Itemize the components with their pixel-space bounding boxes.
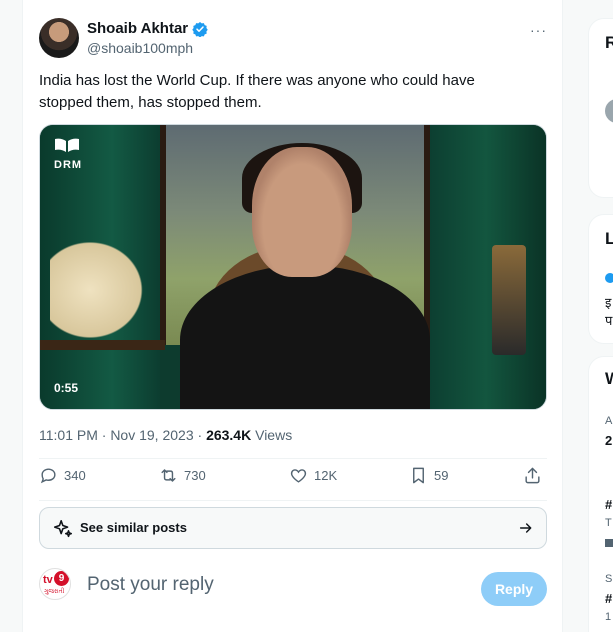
post-meta: 11:01 PM · Nov 19, 2023 · 263.4K Views: [39, 427, 292, 443]
right-sidebar: R L इ प W A 2 # T S # 1: [588, 0, 613, 632]
trend-context-3: S: [605, 573, 613, 585]
post-header: Shoaib Akhtar @shoaib100mph ···: [39, 18, 547, 58]
bookmark-count: 59: [434, 468, 449, 483]
sidebar-card-2-line1[interactable]: इ: [605, 293, 611, 311]
like-count: 12K: [314, 468, 338, 483]
post-actions: 340 730 12K 59: [39, 466, 547, 494]
more-options-icon[interactable]: ···: [530, 22, 547, 38]
reply-input[interactable]: Post your reply: [87, 574, 214, 596]
video-watermark: DRM: [54, 137, 82, 171]
sidebar-card-3: W A 2 # T S # 1: [588, 356, 613, 632]
author-name[interactable]: Shoaib Akhtar: [87, 20, 188, 37]
like-action-button[interactable]: 12K: [289, 466, 337, 485]
verified-badge-icon: [192, 21, 208, 37]
bookmark-action-button[interactable]: 59: [409, 466, 448, 485]
see-similar-posts-label: See similar posts: [80, 520, 187, 535]
reply-count: 340: [64, 468, 86, 483]
trend-2-desc: T: [605, 517, 612, 529]
post-timestamp[interactable]: 11:01 PM · Nov 19, 2023 ·: [39, 427, 206, 443]
trend-context-1: A: [605, 415, 613, 427]
video-person-head: [252, 147, 352, 277]
views-label: Views: [251, 427, 293, 443]
heart-icon: [290, 469, 307, 483]
share-icon: [525, 467, 540, 484]
trend-3-count: 1: [605, 611, 612, 623]
book-logo-icon: [55, 138, 79, 152]
video-person-torso: [180, 265, 430, 409]
author-handle[interactable]: @shoaib100mph: [87, 40, 193, 56]
sidebar-dot-icon: [605, 273, 613, 283]
video-statue: [50, 235, 150, 345]
video-shelf: [40, 340, 165, 350]
post-text: India has lost the World Cup. If there w…: [39, 72, 475, 111]
trend-1[interactable]: 2: [605, 433, 612, 448]
sidebar-card-3-title: W: [605, 369, 613, 389]
share-action-button[interactable]: [523, 466, 542, 485]
author-avatar[interactable]: [39, 18, 79, 58]
repost-count: 730: [184, 468, 206, 483]
sidebar-card-2: L इ प: [588, 214, 613, 344]
author-name-row: Shoaib Akhtar: [87, 20, 208, 37]
sidebar-card-2-line2[interactable]: प: [605, 311, 612, 329]
sparkle-icon: [53, 519, 73, 538]
sidebar-card-1-title: R: [605, 33, 613, 52]
divider-top: [39, 458, 547, 459]
avatar-tv-text: tv: [43, 574, 53, 586]
video-duration: 0:55: [54, 381, 79, 395]
trend-3[interactable]: #: [605, 591, 612, 606]
reply-icon: [40, 468, 56, 484]
sidebar-card-1: R: [588, 18, 613, 198]
sidebar-avatar[interactable]: [605, 99, 613, 123]
see-similar-posts-button[interactable]: See similar posts: [39, 507, 547, 549]
repost-action-button[interactable]: 730: [159, 466, 206, 485]
video-player[interactable]: DRM 0:55: [39, 124, 547, 410]
video-background-right: [426, 125, 546, 409]
reply-composer: tv 9 ગુજરાતી Post your reply Reply: [39, 568, 547, 608]
divider-bottom: [39, 500, 547, 501]
video-trophy: [492, 245, 526, 355]
avatar-subtext: ગુજરાતી: [44, 589, 65, 595]
trend-2[interactable]: #: [605, 497, 612, 512]
avatar-badge: 9: [54, 571, 69, 586]
sidebar-card-2-title: L: [605, 229, 613, 248]
post-detail: Shoaib Akhtar @shoaib100mph ··· India ha…: [22, 0, 563, 632]
trend-media-icon: [605, 539, 613, 547]
reply-action-button[interactable]: 340: [39, 466, 86, 485]
repost-icon: [161, 469, 176, 482]
view-count: 263.4K: [206, 427, 252, 443]
reply-button[interactable]: Reply: [481, 572, 547, 606]
video-watermark-text: DRM: [54, 159, 83, 171]
arrow-right-icon: [519, 523, 532, 533]
bookmark-icon: [413, 467, 424, 484]
current-user-avatar[interactable]: tv 9 ગુજરાતી: [39, 568, 71, 600]
